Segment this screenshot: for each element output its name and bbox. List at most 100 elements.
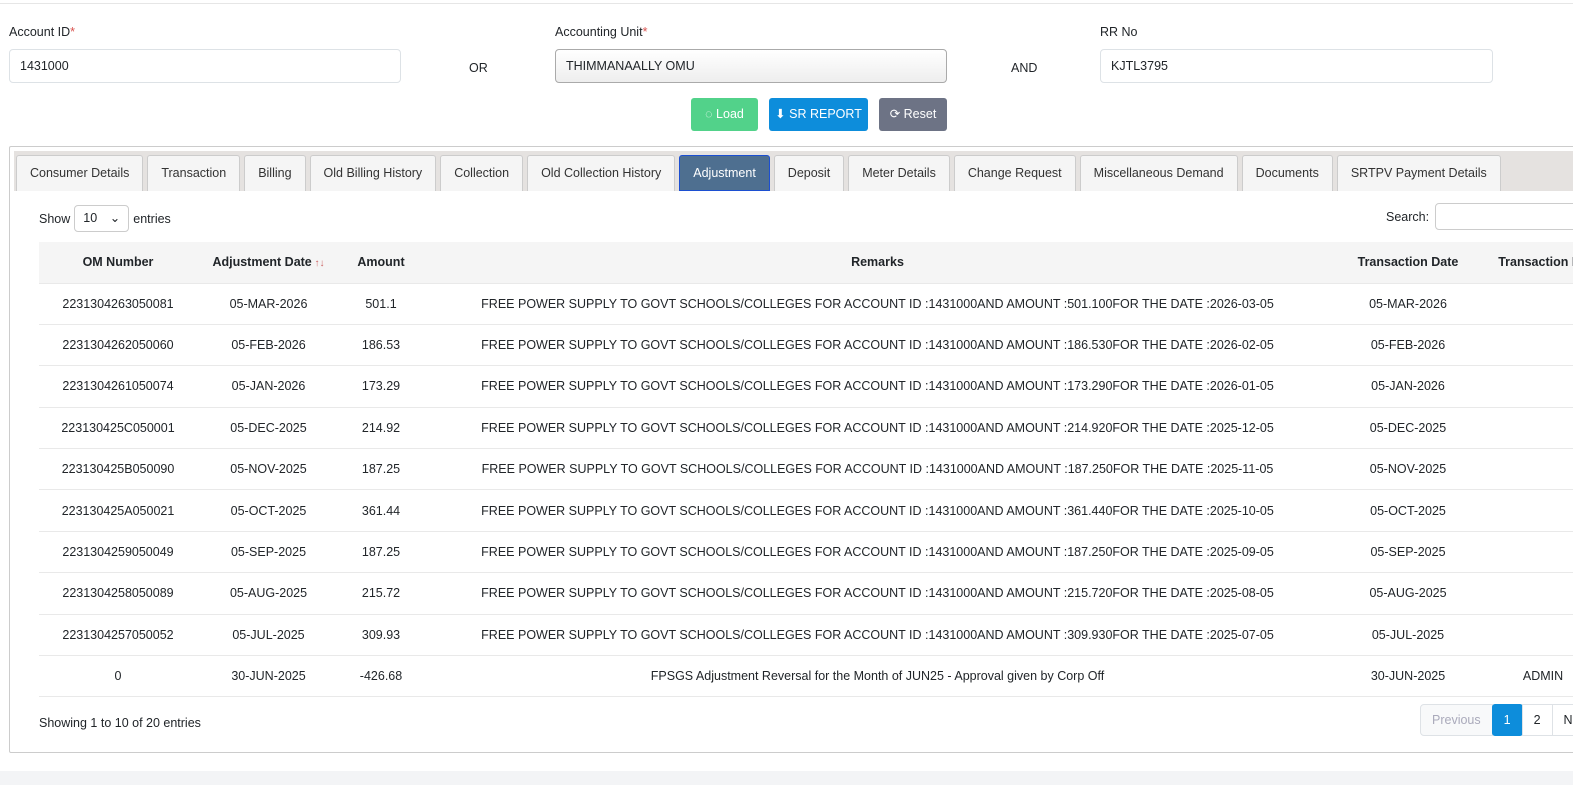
table-cell: 186.53 <box>340 323 422 366</box>
and-label: AND <box>1011 61 1038 75</box>
divider <box>0 3 1573 4</box>
table-cell: FREE POWER SUPPLY TO GOVT SCHOOLS/COLLEG… <box>422 530 1333 573</box>
table-cell: 223130425B050090 <box>39 448 197 490</box>
table-cell: FREE POWER SUPPLY TO GOVT SCHOOLS/COLLEG… <box>422 448 1333 490</box>
table-cell: FREE POWER SUPPLY TO GOVT SCHOOLS/COLLEG… <box>422 406 1333 449</box>
table-cell <box>1483 406 1573 449</box>
accounting-unit-label: Accounting Unit* <box>555 25 648 39</box>
table-cell: 2231304262050060 <box>39 323 197 366</box>
table-cell: 361.44 <box>340 489 422 532</box>
table-cell: FREE POWER SUPPLY TO GOVT SCHOOLS/COLLEG… <box>422 282 1333 325</box>
tab-adjustment[interactable]: Adjustment <box>679 155 770 191</box>
table-cell <box>1483 572 1573 615</box>
column-header-label: OM Number <box>82 255 154 270</box>
table-row: 0 30-JUN-2025 -426.68 FPSGS Adjustment Reve… <box>39 655 1573 698</box>
table-cell: 223130425A050021 <box>39 489 197 532</box>
table-cell: 2231304263050081 <box>39 282 197 325</box>
table-cell <box>1483 323 1573 366</box>
table-cell: 2231304259050049 <box>39 530 197 573</box>
tab-deposit[interactable]: Deposit <box>773 155 845 191</box>
table-cell: 187.25 <box>340 448 422 490</box>
table-cell: 05-SEP-2025 <box>1333 530 1483 573</box>
table-cell: 2231304257050052 <box>39 613 197 656</box>
table-cell: 215.72 <box>340 572 422 615</box>
tab-srtpv-payment-details[interactable]: SRTPV Payment Details <box>1336 155 1501 191</box>
column-header[interactable]: Adjustment Date ↑↓ <box>197 242 340 283</box>
table-cell: 05-JUL-2025 <box>1333 613 1483 656</box>
sr-report-button[interactable]: ⬇ SR REPORT <box>769 98 868 131</box>
page-2-button[interactable]: 2 <box>1521 704 1553 736</box>
table-cell <box>1483 489 1573 532</box>
table-cell: FREE POWER SUPPLY TO GOVT SCHOOLS/COLLEG… <box>422 365 1333 408</box>
tab-collection[interactable]: Collection <box>440 155 524 191</box>
column-header-label: Amount <box>357 255 405 270</box>
tab-miscellaneous-demand[interactable]: Miscellaneous Demand <box>1079 155 1238 191</box>
tab-transaction[interactable]: Transaction <box>147 155 241 191</box>
table-cell: 214.92 <box>340 406 422 449</box>
table-cell: 05-AUG-2025 <box>1333 572 1483 615</box>
load-button[interactable]: ◌ Load <box>691 98 758 131</box>
tabs-panel: Consumer Details Transaction Billing Old Bi… <box>9 146 1573 753</box>
entries-length: Show 10 ⌄ entries <box>39 205 171 232</box>
table-cell: 05-JAN-2026 <box>1333 365 1483 408</box>
column-header[interactable]: Transaction Date <box>1333 242 1483 283</box>
tab-change-request[interactable]: Change Request <box>953 155 1076 191</box>
table-cell: 05-MAR-2026 <box>197 282 340 325</box>
table-row: 2231304263050081 05-MAR-2026 501.1 FREE POW… <box>39 282 1573 325</box>
search-input[interactable] <box>1435 203 1573 230</box>
table-row: 2231304258050089 05-AUG-2025 215.72 FREE PO… <box>39 572 1573 615</box>
column-header[interactable]: Transaction By <box>1483 242 1573 283</box>
table-cell: 05-MAR-2026 <box>1333 282 1483 325</box>
search-label: Search: <box>1386 209 1430 224</box>
table-cell <box>1483 282 1573 325</box>
refresh-icon: ⟳ <box>889 107 904 121</box>
table-cell <box>1483 448 1573 490</box>
spinner-icon: ◌ <box>705 107 717 121</box>
adjustment-table: OM Number Adjustment Date ↑↓ Amount Remarks… <box>39 242 1573 698</box>
table-row: 223130425B050090 05-NOV-2025 187.25 FREE PO… <box>39 448 1573 490</box>
table-cell: FREE POWER SUPPLY TO GOVT SCHOOLS/COLLEG… <box>422 489 1333 532</box>
table-row: 2231304261050074 05-JAN-2026 173.29 FREE PO… <box>39 365 1573 408</box>
next-button[interactable]: Next <box>1551 704 1573 736</box>
table-cell: 05-NOV-2025 <box>1333 448 1483 490</box>
tab-consumer-details[interactable]: Consumer Details <box>16 155 144 191</box>
table-cell: 2231304261050074 <box>39 365 197 408</box>
table-cell <box>1483 613 1573 656</box>
footer-bar <box>0 771 1573 785</box>
tab-meter-details[interactable]: Meter Details <box>848 155 950 191</box>
rr-no-input[interactable]: KJTL3795 <box>1100 49 1493 83</box>
table-cell: 187.25 <box>340 530 422 573</box>
tab-old-collection-history[interactable]: Old Collection History <box>527 155 676 191</box>
tab-documents[interactable]: Documents <box>1241 155 1333 191</box>
column-header[interactable]: OM Number <box>39 242 197 283</box>
table-cell: 30-JUN-2025 <box>1333 655 1483 698</box>
accounting-unit-select[interactable]: THIMMANAALLY OMU <box>555 49 947 83</box>
column-header-label: Transaction By <box>1498 255 1573 270</box>
account-id-label: Account ID* <box>9 25 76 39</box>
column-header[interactable]: Remarks <box>422 242 1333 283</box>
table-cell: 05-OCT-2025 <box>1333 489 1483 532</box>
rr-no-label: RR No <box>1100 25 1138 39</box>
table-cell: -426.68 <box>340 655 422 698</box>
table-info: Showing 1 to 10 of 20 entries <box>39 716 201 730</box>
table-cell: 309.93 <box>340 613 422 656</box>
table-cell: 05-AUG-2025 <box>197 572 340 615</box>
previous-button[interactable]: Previous <box>1420 704 1493 736</box>
pagination: Previous 1 2 Next <box>1420 704 1573 736</box>
reset-button[interactable]: ⟳ Reset <box>879 98 947 131</box>
table-cell: ADMIN <box>1483 655 1573 698</box>
show-label: Show <box>39 211 71 226</box>
column-header-label: Transaction Date <box>1357 255 1459 270</box>
tab-billing[interactable]: Billing <box>244 155 306 191</box>
table-cell: 05-NOV-2025 <box>197 448 340 490</box>
table-cell: 05-DEC-2025 <box>1333 406 1483 449</box>
entries-label: entries <box>133 211 171 226</box>
table-cell: FREE POWER SUPPLY TO GOVT SCHOOLS/COLLEG… <box>422 572 1333 615</box>
table-row: 2231304262050060 05-FEB-2026 186.53 FREE PO… <box>39 323 1573 366</box>
page-1-button[interactable]: 1 <box>1491 704 1523 736</box>
column-header[interactable]: Amount <box>340 242 422 283</box>
table-cell: 05-SEP-2025 <box>197 530 340 573</box>
account-id-input[interactable]: 1431000 <box>9 49 401 83</box>
tab-old-billing-history[interactable]: Old Billing History <box>309 155 437 191</box>
entries-select[interactable]: 10 ⌄ <box>74 205 130 232</box>
